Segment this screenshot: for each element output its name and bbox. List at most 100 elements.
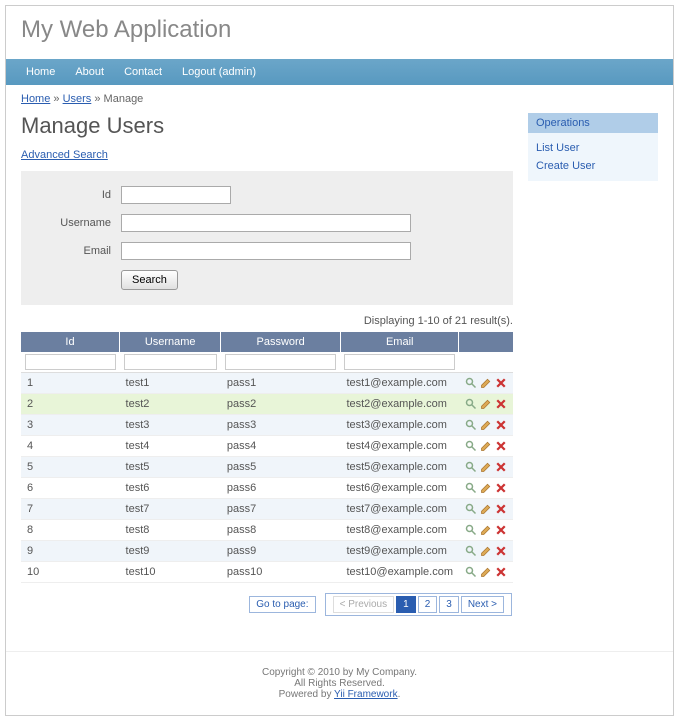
view-icon[interactable] xyxy=(465,419,477,431)
table-row[interactable]: 7test7pass7test7@example.com xyxy=(21,499,513,520)
edit-icon[interactable] xyxy=(480,440,492,452)
cell-email: test10@example.com xyxy=(340,562,459,583)
cell-id: 4 xyxy=(21,436,120,457)
table-row[interactable]: 2test2pass2test2@example.com xyxy=(21,394,513,415)
search-button[interactable]: Search xyxy=(121,270,178,290)
filter-email[interactable] xyxy=(344,354,455,370)
delete-icon[interactable] xyxy=(495,398,507,410)
pager-page[interactable]: 3 xyxy=(439,596,459,613)
cell-id: 7 xyxy=(21,499,120,520)
cell-password: pass2 xyxy=(221,394,341,415)
view-icon[interactable] xyxy=(465,398,477,410)
delete-icon[interactable] xyxy=(495,461,507,473)
cell-username: test1 xyxy=(120,373,221,394)
table-row[interactable]: 9test9pass9test9@example.com xyxy=(21,541,513,562)
view-icon[interactable] xyxy=(465,524,477,536)
delete-icon[interactable] xyxy=(495,377,507,389)
delete-icon[interactable] xyxy=(495,440,507,452)
table-row[interactable]: 1test1pass1test1@example.com xyxy=(21,373,513,394)
id-label: Id xyxy=(36,189,121,201)
delete-icon[interactable] xyxy=(495,482,507,494)
delete-icon[interactable] xyxy=(495,524,507,536)
nav-link[interactable]: Home xyxy=(16,60,65,84)
col-email[interactable]: Email xyxy=(340,332,459,352)
edit-icon[interactable] xyxy=(480,398,492,410)
cell-password: pass1 xyxy=(221,373,341,394)
edit-icon[interactable] xyxy=(480,545,492,557)
pager-page[interactable]: 2 xyxy=(418,596,438,613)
col-actions xyxy=(459,332,513,352)
view-icon[interactable] xyxy=(465,461,477,473)
delete-icon[interactable] xyxy=(495,566,507,578)
powered-by: Powered by xyxy=(279,689,334,700)
col-password[interactable]: Password xyxy=(221,332,341,352)
edit-icon[interactable] xyxy=(480,503,492,515)
edit-icon[interactable] xyxy=(480,461,492,473)
cell-email: test9@example.com xyxy=(340,541,459,562)
table-row[interactable]: 4test4pass4test4@example.com xyxy=(21,436,513,457)
email-input[interactable] xyxy=(121,242,411,260)
pager-next[interactable]: Next > xyxy=(461,596,504,613)
breadcrumb-home[interactable]: Home xyxy=(21,93,50,105)
delete-icon[interactable] xyxy=(495,545,507,557)
cell-password: pass10 xyxy=(221,562,341,583)
view-icon[interactable] xyxy=(465,545,477,557)
pager-label: Go to page: xyxy=(249,596,315,613)
cell-email: test6@example.com xyxy=(340,478,459,499)
nav-link[interactable]: About xyxy=(65,60,114,84)
pager-prev: < Previous xyxy=(333,596,395,613)
view-icon[interactable] xyxy=(465,566,477,578)
table-row[interactable]: 3test3pass3test3@example.com xyxy=(21,415,513,436)
table-row[interactable]: 8test8pass8test8@example.com xyxy=(21,520,513,541)
cell-email: test8@example.com xyxy=(340,520,459,541)
cell-password: pass6 xyxy=(221,478,341,499)
cell-email: test3@example.com xyxy=(340,415,459,436)
edit-icon[interactable] xyxy=(480,377,492,389)
view-icon[interactable] xyxy=(465,503,477,515)
edit-icon[interactable] xyxy=(480,419,492,431)
breadcrumb-users[interactable]: Users xyxy=(63,93,92,105)
delete-icon[interactable] xyxy=(495,503,507,515)
col-id[interactable]: Id xyxy=(21,332,120,352)
pager-page: 1 xyxy=(396,596,416,613)
advanced-search-link[interactable]: Advanced Search xyxy=(21,149,108,161)
framework-link[interactable]: Yii Framework xyxy=(334,689,398,700)
cell-username: test2 xyxy=(120,394,221,415)
copyright: Copyright © 2010 by My Company. xyxy=(21,667,658,678)
table-row[interactable]: 5test5pass5test5@example.com xyxy=(21,457,513,478)
cell-id: 3 xyxy=(21,415,120,436)
table-row[interactable]: 6test6pass6test6@example.com xyxy=(21,478,513,499)
view-icon[interactable] xyxy=(465,377,477,389)
operation-link[interactable]: Create User xyxy=(536,157,650,175)
cell-password: pass8 xyxy=(221,520,341,541)
cell-id: 5 xyxy=(21,457,120,478)
cell-id: 6 xyxy=(21,478,120,499)
id-input[interactable] xyxy=(121,186,231,204)
edit-icon[interactable] xyxy=(480,524,492,536)
col-username[interactable]: Username xyxy=(120,332,221,352)
cell-email: test4@example.com xyxy=(340,436,459,457)
cell-id: 9 xyxy=(21,541,120,562)
results-summary: Displaying 1-10 of 21 result(s). xyxy=(21,315,513,327)
rights: All Rights Reserved. xyxy=(21,678,658,689)
table-row[interactable]: 10test10pass10test10@example.com xyxy=(21,562,513,583)
filter-id[interactable] xyxy=(25,354,116,370)
username-input[interactable] xyxy=(121,214,411,232)
cell-email: test1@example.com xyxy=(340,373,459,394)
filter-password[interactable] xyxy=(225,354,337,370)
filter-username[interactable] xyxy=(124,354,217,370)
cell-username: test4 xyxy=(120,436,221,457)
breadcrumb: Home » Users » Manage xyxy=(6,85,673,113)
edit-icon[interactable] xyxy=(480,482,492,494)
nav-link[interactable]: Logout (admin) xyxy=(172,60,266,84)
operation-link[interactable]: List User xyxy=(536,139,650,157)
cell-id: 8 xyxy=(21,520,120,541)
cell-password: pass5 xyxy=(221,457,341,478)
breadcrumb-sep: » xyxy=(91,93,103,105)
delete-icon[interactable] xyxy=(495,419,507,431)
view-icon[interactable] xyxy=(465,482,477,494)
edit-icon[interactable] xyxy=(480,566,492,578)
view-icon[interactable] xyxy=(465,440,477,452)
nav-link[interactable]: Contact xyxy=(114,60,172,84)
cell-username: test6 xyxy=(120,478,221,499)
